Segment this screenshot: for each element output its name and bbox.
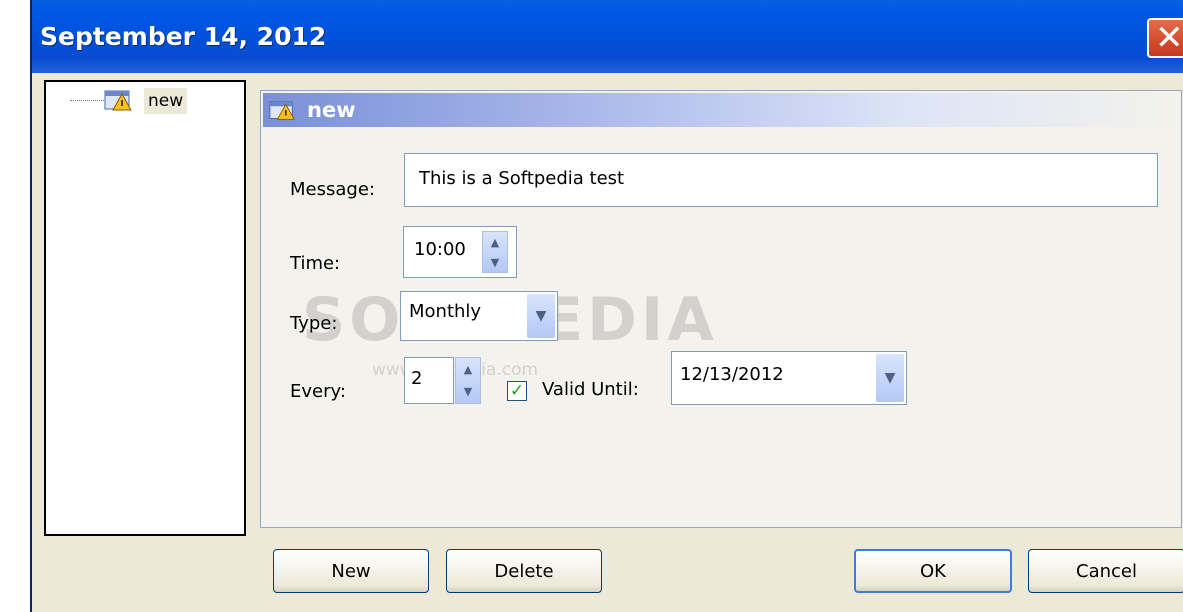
valid-until-checkbox[interactable]: ✓ bbox=[507, 381, 527, 401]
panel-title: new bbox=[307, 98, 356, 122]
valid-until-value: 12/13/2012 bbox=[680, 364, 784, 385]
chevron-down-icon[interactable]: ▼ bbox=[483, 252, 507, 272]
valid-until-label: Valid Until: bbox=[542, 379, 639, 400]
title-bar[interactable]: September 14, 2012 ✕ bbox=[32, 0, 1183, 73]
reminder-tree[interactable]: new bbox=[44, 80, 246, 536]
tree-item-new[interactable]: new bbox=[144, 88, 188, 114]
time-stepper[interactable]: ▲ ▼ bbox=[482, 231, 508, 273]
chevron-down-icon[interactable]: ▼ bbox=[527, 294, 555, 338]
every-input[interactable]: 2 bbox=[404, 357, 454, 404]
message-input[interactable]: This is a Softpedia test bbox=[404, 153, 1158, 207]
panel-header: new bbox=[263, 93, 1179, 127]
chevron-down-icon[interactable]: ▼ bbox=[876, 354, 904, 402]
cancel-button[interactable]: Cancel bbox=[1028, 549, 1183, 593]
close-button[interactable]: ✕ bbox=[1147, 18, 1183, 58]
time-label: Time: bbox=[290, 253, 341, 274]
valid-until-date-picker[interactable]: 12/13/2012 ▼ bbox=[671, 351, 907, 405]
chevron-down-icon[interactable]: ▼ bbox=[456, 381, 480, 404]
new-button[interactable]: New bbox=[273, 549, 429, 593]
delete-button[interactable]: Delete bbox=[446, 549, 602, 593]
type-label: Type: bbox=[290, 313, 338, 334]
every-value: 2 bbox=[411, 368, 423, 389]
time-input[interactable]: 10:00 ▲ ▼ bbox=[403, 226, 517, 278]
window-title: September 14, 2012 bbox=[40, 22, 327, 51]
tree-connector bbox=[70, 100, 106, 101]
chevron-up-icon[interactable]: ▲ bbox=[483, 232, 507, 252]
message-label: Message: bbox=[290, 179, 375, 200]
type-select[interactable]: Monthly ▼ bbox=[400, 291, 558, 341]
time-value: 10:00 bbox=[414, 239, 466, 260]
ok-button[interactable]: OK bbox=[854, 549, 1012, 593]
close-icon: ✕ bbox=[1155, 18, 1183, 58]
reminder-icon bbox=[269, 101, 295, 120]
reminder-icon bbox=[104, 90, 132, 111]
chevron-up-icon[interactable]: ▲ bbox=[456, 358, 480, 381]
every-stepper[interactable]: ▲ ▼ bbox=[455, 357, 481, 404]
every-label: Every: bbox=[290, 381, 346, 402]
dialog-window: September 14, 2012 ✕ new new SOFTPEDIA w… bbox=[30, 0, 1183, 612]
type-value: Monthly bbox=[409, 301, 482, 322]
